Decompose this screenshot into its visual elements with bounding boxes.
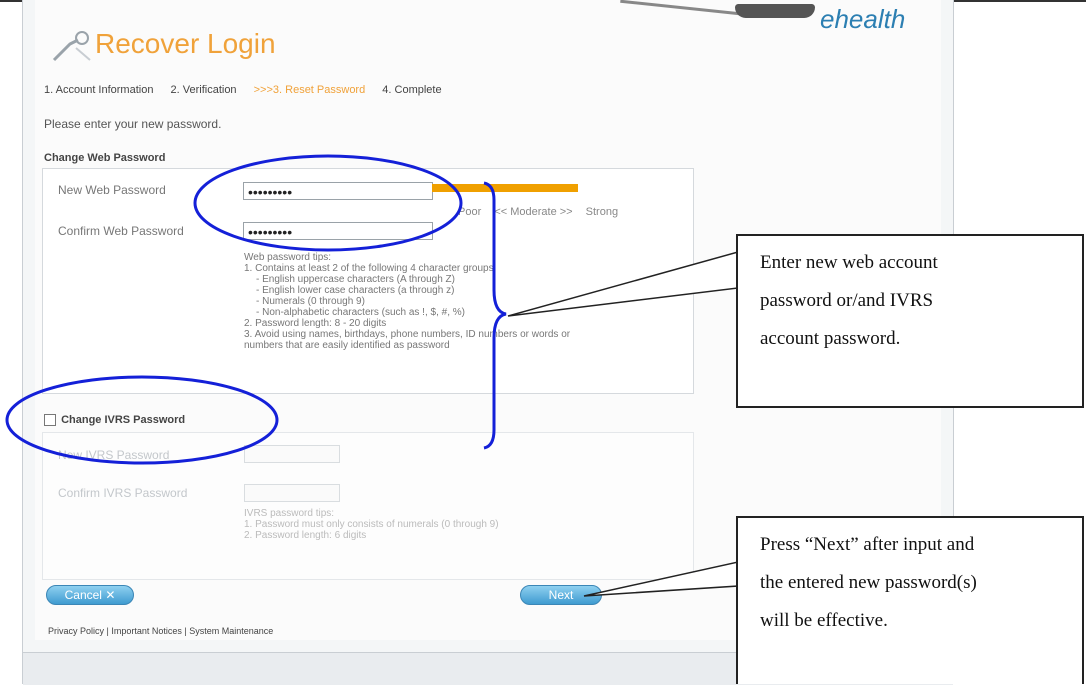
annotation-callout-2: Press “Next” after input and the entered… [736, 516, 1084, 684]
callout-line: the entered new password(s) [760, 572, 977, 593]
curly-brace [483, 181, 507, 450]
highlight-ellipse-ivrs-checkbox [5, 375, 279, 465]
callout1-pointer [507, 251, 739, 317]
callout2-pointer [583, 561, 739, 597]
highlight-ellipse-web-inputs [193, 154, 463, 252]
callout-line: account password. [760, 328, 901, 349]
annotation-callout-1: Enter new web account password or/and IV… [736, 234, 1084, 408]
callout-line: Enter new web account [760, 252, 938, 273]
callout-line: will be effective. [760, 610, 888, 631]
callout-line: Press “Next” after input and [760, 534, 975, 555]
callout-line: password or/and IVRS [760, 290, 934, 311]
